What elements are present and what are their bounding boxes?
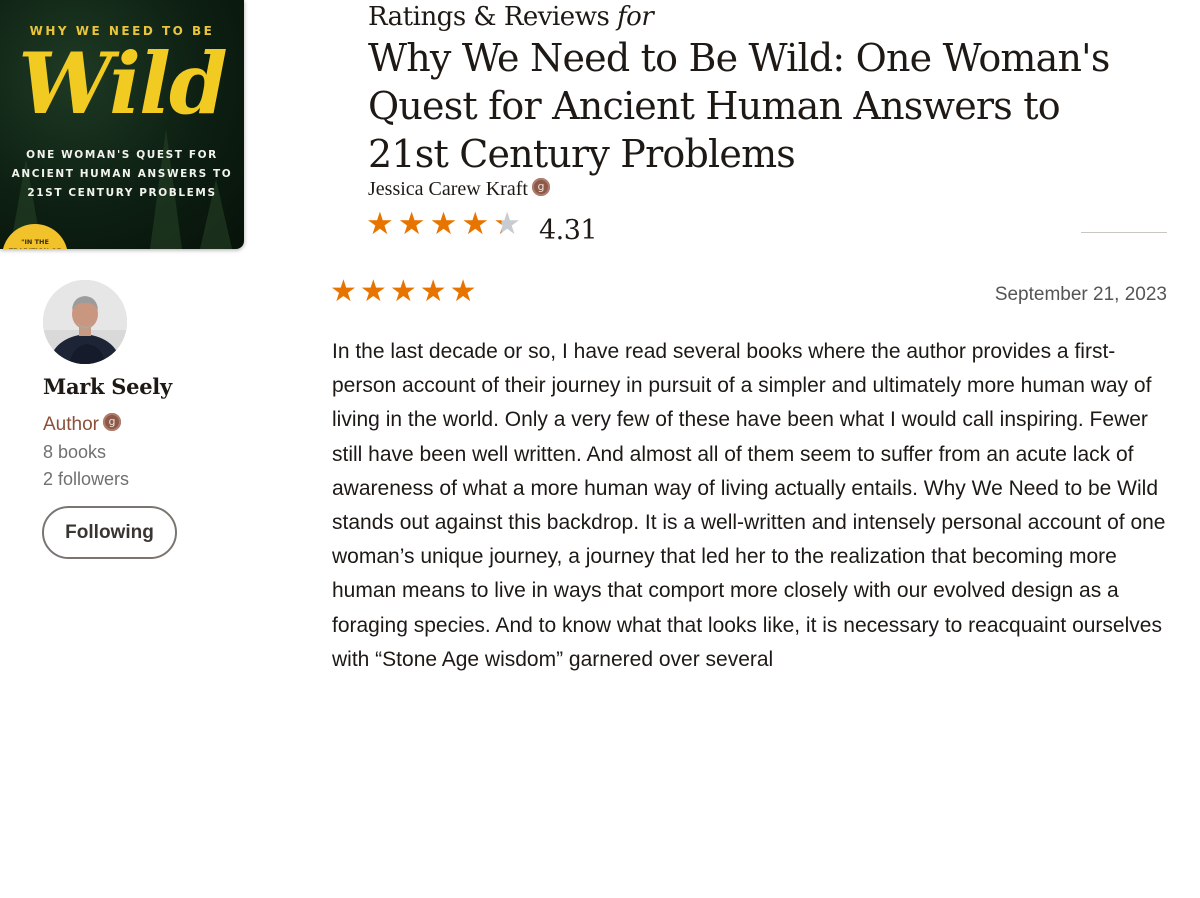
cover-subtitle-line: ANCIENT HUMAN ANSWERS TO: [11, 168, 233, 180]
cover-title-word: Wild: [18, 34, 227, 133]
book-title[interactable]: Why We Need to Be Wild: One Woman's Ques…: [368, 34, 1148, 178]
goodreads-author-icon: g: [531, 177, 550, 196]
heading-for-text: for: [617, 2, 654, 32]
reviewer-role-label: Author: [43, 414, 99, 435]
star-icon: ★: [429, 206, 458, 242]
header-divider: [1081, 232, 1167, 233]
star-icon: ★: [419, 274, 447, 309]
cover-subtitle-line: 21ST CENTURY PROBLEMS: [27, 187, 217, 199]
goodreads-author-icon: g: [102, 413, 121, 431]
reviewer-book-count: 8 books: [43, 442, 107, 462]
ratings-reviews-heading: Ratings & Reviews for: [368, 2, 654, 32]
star-icon: ★: [397, 206, 426, 242]
average-rating: ★ ★ ★ ★ ★ 4.31: [366, 206, 598, 246]
reviewer-role: Author g: [43, 413, 121, 436]
review-rating-stars: ★ ★ ★ ★ ★: [330, 274, 480, 310]
star-icon: ★: [461, 206, 490, 242]
reviewer-avatar[interactable]: [43, 280, 127, 364]
review-text: In the last decade or so, I have read se…: [332, 340, 1166, 671]
average-rating-value: 4.31: [538, 214, 598, 246]
book-cover[interactable]: WHY WE NEED TO BE Wild ONE WOMAN'S QUEST…: [0, 0, 244, 249]
star-icon: ★: [359, 274, 387, 309]
reviewer-follower-count: 2 followers: [43, 469, 130, 489]
cover-subtitle: ONE WOMAN'S QUEST FOR ANCIENT HUMAN ANSW…: [0, 146, 244, 203]
book-author-name[interactable]: Jessica Carew Kraft: [368, 178, 528, 201]
book-author[interactable]: Jessica Carew Kraft g: [368, 177, 550, 201]
cover-subtitle-line: ONE WOMAN'S QUEST FOR: [26, 149, 218, 161]
star-icon: ★: [493, 206, 521, 242]
review-date[interactable]: September 21, 2023: [995, 284, 1167, 306]
heading-label-text: Ratings & Reviews: [368, 2, 610, 32]
reviewer-name[interactable]: Mark Seely: [43, 374, 172, 399]
star-icon: ★: [330, 274, 357, 309]
star-icon: ★: [449, 274, 477, 309]
star-icon: ★: [366, 206, 394, 242]
following-button[interactable]: Following: [42, 506, 177, 559]
average-rating-stars: ★ ★ ★ ★ ★: [366, 206, 525, 242]
reviewer-avatar-image: [43, 280, 127, 364]
star-icon: ★: [389, 274, 417, 309]
